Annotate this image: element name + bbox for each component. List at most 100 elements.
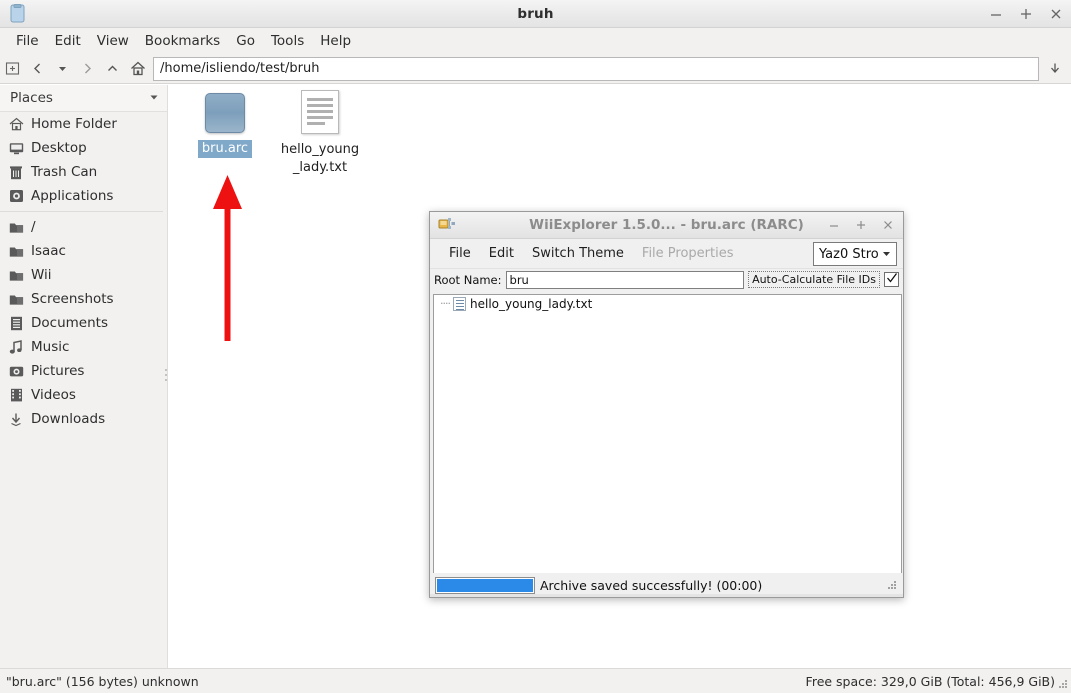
archive-file-icon [205, 93, 245, 133]
maximize-button[interactable] [855, 219, 869, 233]
chevron-left-icon[interactable] [25, 56, 50, 82]
sidebar-item-label: Desktop [31, 140, 87, 156]
folder-icon [6, 266, 26, 284]
red-arrow-annotation [212, 175, 244, 349]
auto-calculate-label[interactable]: Auto-Calculate File IDs [748, 271, 880, 288]
archive-tree-view[interactable]: ···· hello_young_lady.txt [433, 294, 902, 575]
sidebar-item-screenshots[interactable]: Screenshots [0, 287, 167, 311]
wii-menu-file[interactable]: File [440, 243, 480, 264]
sidebar-item-label: / [31, 219, 36, 235]
window-title: bruh [517, 5, 554, 22]
desktop-icon [6, 139, 26, 157]
sidebar-item-trash-can[interactable]: Trash Can [0, 160, 167, 184]
resize-grip-icon[interactable] [1058, 679, 1068, 689]
sidebar-divider [0, 211, 163, 212]
path-input[interactable]: /home/isliendo/test/bruh [153, 56, 1039, 81]
window-controls [989, 0, 1063, 28]
wii-menu-edit[interactable]: Edit [480, 243, 523, 264]
tree-item-label: hello_young_lady.txt [470, 296, 593, 311]
menubar: File Edit View Bookmarks Go Tools Help [0, 28, 1071, 54]
selection-info: "bru.arc" (156 bytes) unknown [6, 673, 199, 689]
menu-tools[interactable]: Tools [263, 31, 312, 51]
menu-bookmarks[interactable]: Bookmarks [137, 31, 228, 51]
sidebar-item-label: Downloads [31, 411, 106, 427]
sidebar-item-label: Wii [31, 267, 52, 283]
wii-menu-switch-theme[interactable]: Switch Theme [523, 243, 633, 264]
maximize-button[interactable] [1019, 7, 1033, 21]
text-file-icon [453, 296, 466, 311]
wiiexplorer-window: WiiExplorer 1.5.0... - bru.arc (RARC) Fi… [429, 211, 904, 598]
sidebar-item-label: Applications [31, 188, 114, 204]
titlebar: bruh [0, 0, 1071, 28]
folder-icon [6, 218, 26, 236]
sidebar-item-pictures[interactable]: Pictures [0, 359, 167, 383]
new-tab-icon[interactable] [0, 56, 25, 82]
places-header[interactable]: Places [0, 85, 167, 112]
sidebar-item-root[interactable]: / [0, 215, 167, 239]
folder-icon [6, 242, 26, 260]
menu-go[interactable]: Go [228, 31, 263, 51]
chevron-down-icon[interactable] [50, 56, 75, 82]
sidebar-item-label: Isaac [31, 243, 66, 259]
pictures-icon [6, 362, 26, 380]
menu-view[interactable]: View [89, 31, 137, 51]
chevron-up-icon[interactable] [100, 56, 125, 82]
places-sidebar: Places Home Folder Desktop Trash Can App… [0, 85, 168, 668]
menu-edit[interactable]: Edit [47, 31, 89, 51]
sidebar-item-wii[interactable]: Wii [0, 263, 167, 287]
sidebar-item-isaac[interactable]: Isaac [0, 239, 167, 263]
status-message: Archive saved successfully! (00:00) [540, 577, 763, 593]
auto-calculate-checkbox[interactable] [884, 272, 899, 287]
text-file-icon [301, 90, 339, 134]
sidebar-item-label: Home Folder [31, 116, 117, 132]
path-text: /home/isliendo/test/bruh [160, 61, 320, 76]
music-icon [6, 338, 26, 356]
sidebar-item-applications[interactable]: Applications [0, 184, 167, 208]
sidebar-item-videos[interactable]: Videos [0, 383, 167, 407]
toolbar: /home/isliendo/test/bruh [0, 54, 1071, 84]
menu-help[interactable]: Help [312, 31, 359, 51]
videos-icon [6, 386, 26, 404]
minimize-button[interactable] [828, 219, 842, 233]
sidebar-item-home-folder[interactable]: Home Folder [0, 112, 167, 136]
progress-bar-fill [437, 578, 533, 592]
progress-bar-track [435, 576, 535, 594]
home-icon[interactable] [125, 56, 150, 82]
sidebar-item-label: Documents [31, 315, 108, 331]
root-name-label: Root Name: [434, 272, 502, 287]
file-item-bru-arc[interactable]: bru.arc [179, 93, 271, 158]
root-name-input[interactable]: bru [505, 270, 745, 289]
file-manager-window: bruh File Edit View Bookmarks Go Tools H… [0, 0, 1071, 693]
sidebar-item-desktop[interactable]: Desktop [0, 136, 167, 160]
window-bottom-edge [430, 594, 903, 597]
chevron-right-icon[interactable] [75, 56, 100, 82]
close-button[interactable] [1049, 7, 1063, 21]
wiiexplorer-window-controls [828, 212, 896, 239]
sidebar-item-label: Pictures [31, 363, 85, 379]
trash-icon [6, 163, 26, 181]
applications-icon [6, 187, 26, 205]
wiiexplorer-menubar: File Edit Switch Theme File Properties Y… [430, 239, 903, 269]
documents-icon [6, 314, 26, 332]
sidebar-item-label: Music [31, 339, 70, 355]
sidebar-item-music[interactable]: Music [0, 335, 167, 359]
sidebar-item-label: Screenshots [31, 291, 114, 307]
sidebar-item-downloads[interactable]: Downloads [0, 407, 167, 431]
tree-item-hello-young-lady-txt[interactable]: ···· hello_young_lady.txt [434, 295, 901, 312]
file-item-hello-young-lady-txt[interactable]: hello_young _lady.txt [274, 90, 366, 177]
chevron-down-icon[interactable] [149, 92, 159, 105]
free-space-info: Free space: 329,0 GiB (Total: 456,9 GiB) [805, 673, 1055, 689]
dropdown-arrow-icon[interactable] [1041, 56, 1068, 82]
statusbar: "bru.arc" (156 bytes) unknown Free space… [0, 668, 1071, 693]
close-button[interactable] [882, 219, 896, 233]
sidebar-item-documents[interactable]: Documents [0, 311, 167, 335]
menu-file[interactable]: File [8, 31, 47, 51]
minimize-button[interactable] [989, 7, 1003, 21]
file-item-label: bru.arc [197, 140, 253, 158]
compression-combo[interactable]: Yaz0 Stro [813, 242, 897, 266]
places-header-label: Places [10, 90, 53, 106]
file-item-label-line2: _lady.txt [292, 160, 348, 175]
resize-grip-icon[interactable] [886, 579, 898, 591]
wii-menu-file-properties: File Properties [641, 246, 734, 261]
downloads-icon [6, 410, 26, 428]
